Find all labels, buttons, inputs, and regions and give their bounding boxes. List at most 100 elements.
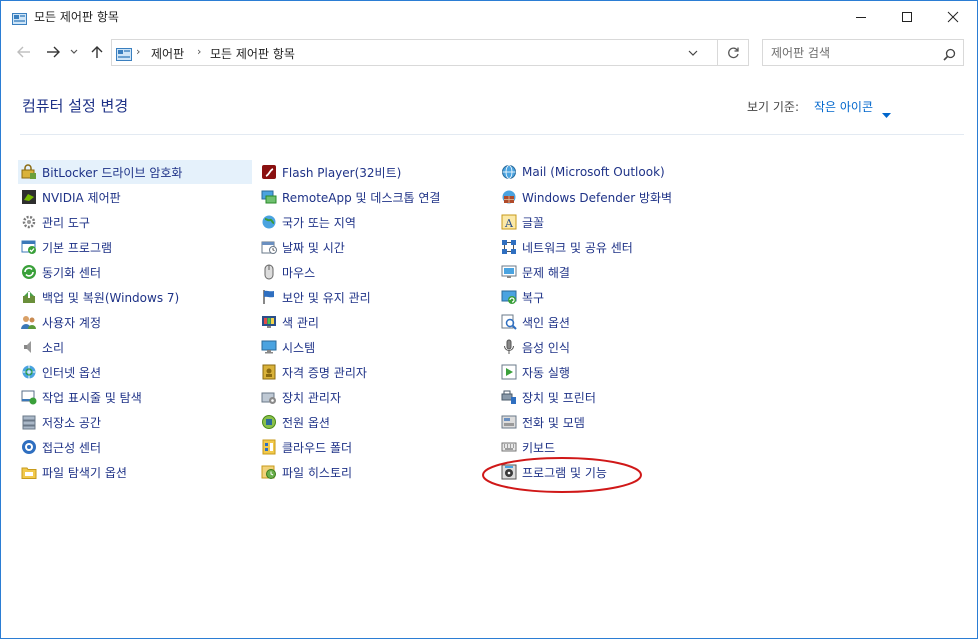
breadcrumb-separator: › (136, 45, 141, 58)
control-panel-item[interactable]: 국가 또는 지역 (258, 210, 492, 234)
control-panel-icon (116, 46, 132, 61)
control-panel-item-label: 색 관리 (282, 315, 319, 330)
control-panel-item[interactable]: 장치 및 프린터 (498, 385, 732, 409)
control-panel-item[interactable]: 키보드 (498, 435, 732, 459)
search-box[interactable] (762, 39, 964, 66)
control-panel-item[interactable]: Windows Defender 방화벽 (498, 185, 732, 209)
control-panel-item-label: 동기화 센터 (42, 265, 102, 280)
control-panel-item[interactable]: BitLocker 드라이브 암호화 (18, 160, 252, 184)
file-history-icon (261, 464, 277, 480)
device-manager-icon (261, 389, 277, 405)
fonts-icon: A (501, 214, 517, 230)
control-panel-item[interactable]: 기본 프로그램 (18, 235, 252, 259)
breadcrumb-all-items[interactable]: 모든 제어판 항목 (210, 45, 295, 62)
nvidia-icon (21, 189, 37, 205)
color-management-icon (261, 314, 277, 330)
control-panel-icon (12, 10, 27, 25)
control-panel-item[interactable]: A 글꼴 (498, 210, 732, 234)
control-panel-item-label: 자동 실행 (522, 365, 570, 380)
control-panel-item[interactable]: 동기화 센터 (18, 260, 252, 284)
control-panel-item[interactable]: 네트워크 및 공유 센터 (498, 235, 732, 259)
credential-manager-icon (261, 364, 277, 380)
address-bar[interactable]: › 제어판 › 모든 제어판 항목 (111, 39, 749, 66)
maximize-icon (902, 11, 912, 22)
chevron-down-icon (70, 49, 78, 54)
minimize-button[interactable] (838, 1, 884, 32)
control-panel-item[interactable]: 음성 인식 (498, 335, 732, 359)
forward-button[interactable] (42, 41, 64, 63)
control-panel-item[interactable]: 전화 및 모뎀 (498, 410, 732, 434)
control-panel-item-label: 파일 탐색기 옵션 (42, 465, 127, 480)
control-panel-item[interactable]: 파일 히스토리 (258, 460, 492, 484)
control-panel-item[interactable]: 저장소 공간 (18, 410, 252, 434)
control-panel-item-label: Flash Player(32비트) (282, 165, 402, 180)
minimize-icon (856, 16, 866, 18)
backup-restore-icon (21, 289, 37, 305)
maximize-button[interactable] (884, 1, 930, 32)
control-panel-item[interactable]: 날짜 및 시간 (258, 235, 492, 259)
system-icon (261, 339, 277, 355)
control-panel-item[interactable]: 마우스 (258, 260, 492, 284)
date-time-icon (261, 239, 277, 255)
control-panel-item[interactable]: 색인 옵션 (498, 310, 732, 334)
control-panel-item[interactable]: 사용자 계정 (18, 310, 252, 334)
back-button[interactable] (13, 41, 35, 63)
search-input[interactable] (771, 44, 931, 61)
control-panel-item-label: 작업 표시줄 및 탐색 (42, 390, 142, 405)
control-panel-item-label: 네트워크 및 공유 센터 (522, 240, 633, 255)
control-panel-item[interactable]: 프로그램 및 기능 (498, 460, 732, 484)
user-accounts-icon (21, 314, 37, 330)
control-panel-item[interactable]: 백업 및 복원(Windows 7) (18, 285, 252, 309)
control-panel-item[interactable]: 자격 증명 관리자 (258, 360, 492, 384)
search-icon[interactable] (943, 46, 956, 65)
control-panel-item[interactable]: 색 관리 (258, 310, 492, 334)
control-panel-item[interactable]: 전원 옵션 (258, 410, 492, 434)
control-panel-item-label: 전화 및 모뎀 (522, 415, 585, 430)
close-button[interactable] (930, 1, 976, 32)
control-panel-item[interactable]: 복구 (498, 285, 732, 309)
control-panel-item[interactable]: NVIDIA 제어판 (18, 185, 252, 209)
control-panel-item-label: Windows Defender 방화벽 (522, 190, 673, 205)
control-panel-item[interactable]: 클라우드 폴더 (258, 435, 492, 459)
control-panel-item[interactable]: RemoteApp 및 데스크톱 연결 (258, 185, 492, 209)
refresh-icon (727, 47, 739, 59)
refresh-button[interactable] (717, 40, 748, 65)
svg-text:A: A (504, 217, 514, 230)
control-panel-item[interactable]: 문제 해결 (498, 260, 732, 284)
control-panel-item[interactable]: 관리 도구 (18, 210, 252, 234)
control-panel-item[interactable]: 접근성 센터 (18, 435, 252, 459)
breadcrumb-control-panel[interactable]: 제어판 (151, 45, 184, 62)
remoteapp-icon (261, 189, 277, 205)
power-options-icon (261, 414, 277, 430)
forward-arrow-icon (47, 46, 60, 58)
control-panel-item[interactable]: 소리 (18, 335, 252, 359)
view-by-dropdown[interactable]: 작은 아이콘 (814, 98, 873, 115)
control-panel-item-label: 관리 도구 (42, 215, 90, 230)
control-panel-item[interactable]: 자동 실행 (498, 360, 732, 384)
storage-spaces-icon (21, 414, 37, 430)
control-panel-item[interactable]: 시스템 (258, 335, 492, 359)
control-panel-item[interactable]: Mail (Microsoft Outlook) (498, 160, 732, 184)
back-arrow-icon (17, 46, 30, 58)
default-programs-icon (21, 239, 37, 255)
up-arrow-icon (91, 46, 103, 58)
network-icon (501, 239, 517, 255)
control-panel-item-label: 백업 및 복원(Windows 7) (42, 290, 180, 305)
address-dropdown-button[interactable] (682, 40, 704, 65)
control-panel-item-label: 기본 프로그램 (42, 240, 113, 255)
control-panel-item[interactable]: 보안 및 유지 관리 (258, 285, 492, 309)
control-panel-item[interactable]: 장치 관리자 (258, 385, 492, 409)
control-panel-item-label: 음성 인식 (522, 340, 570, 355)
control-panel-item-label: 키보드 (522, 440, 556, 455)
control-panel-window: 모든 제어판 항목 › 제어판 › 모든 제어판 항목 제어판 검색 컴퓨터 설… (0, 0, 978, 639)
control-panel-item[interactable]: 파일 탐색기 옵션 (18, 460, 252, 484)
recent-locations-button[interactable] (67, 41, 81, 63)
control-panel-item-label: RemoteApp 및 데스크톱 연결 (282, 190, 441, 205)
control-panel-item[interactable]: 작업 표시줄 및 탐색 (18, 385, 252, 409)
control-panel-item[interactable]: Flash Player(32비트) (258, 160, 492, 184)
keyboard-icon (501, 439, 517, 455)
view-by-caret-icon[interactable] (882, 103, 891, 122)
mouse-icon (261, 264, 277, 280)
up-button[interactable] (86, 41, 108, 63)
control-panel-item[interactable]: 인터넷 옵션 (18, 360, 252, 384)
